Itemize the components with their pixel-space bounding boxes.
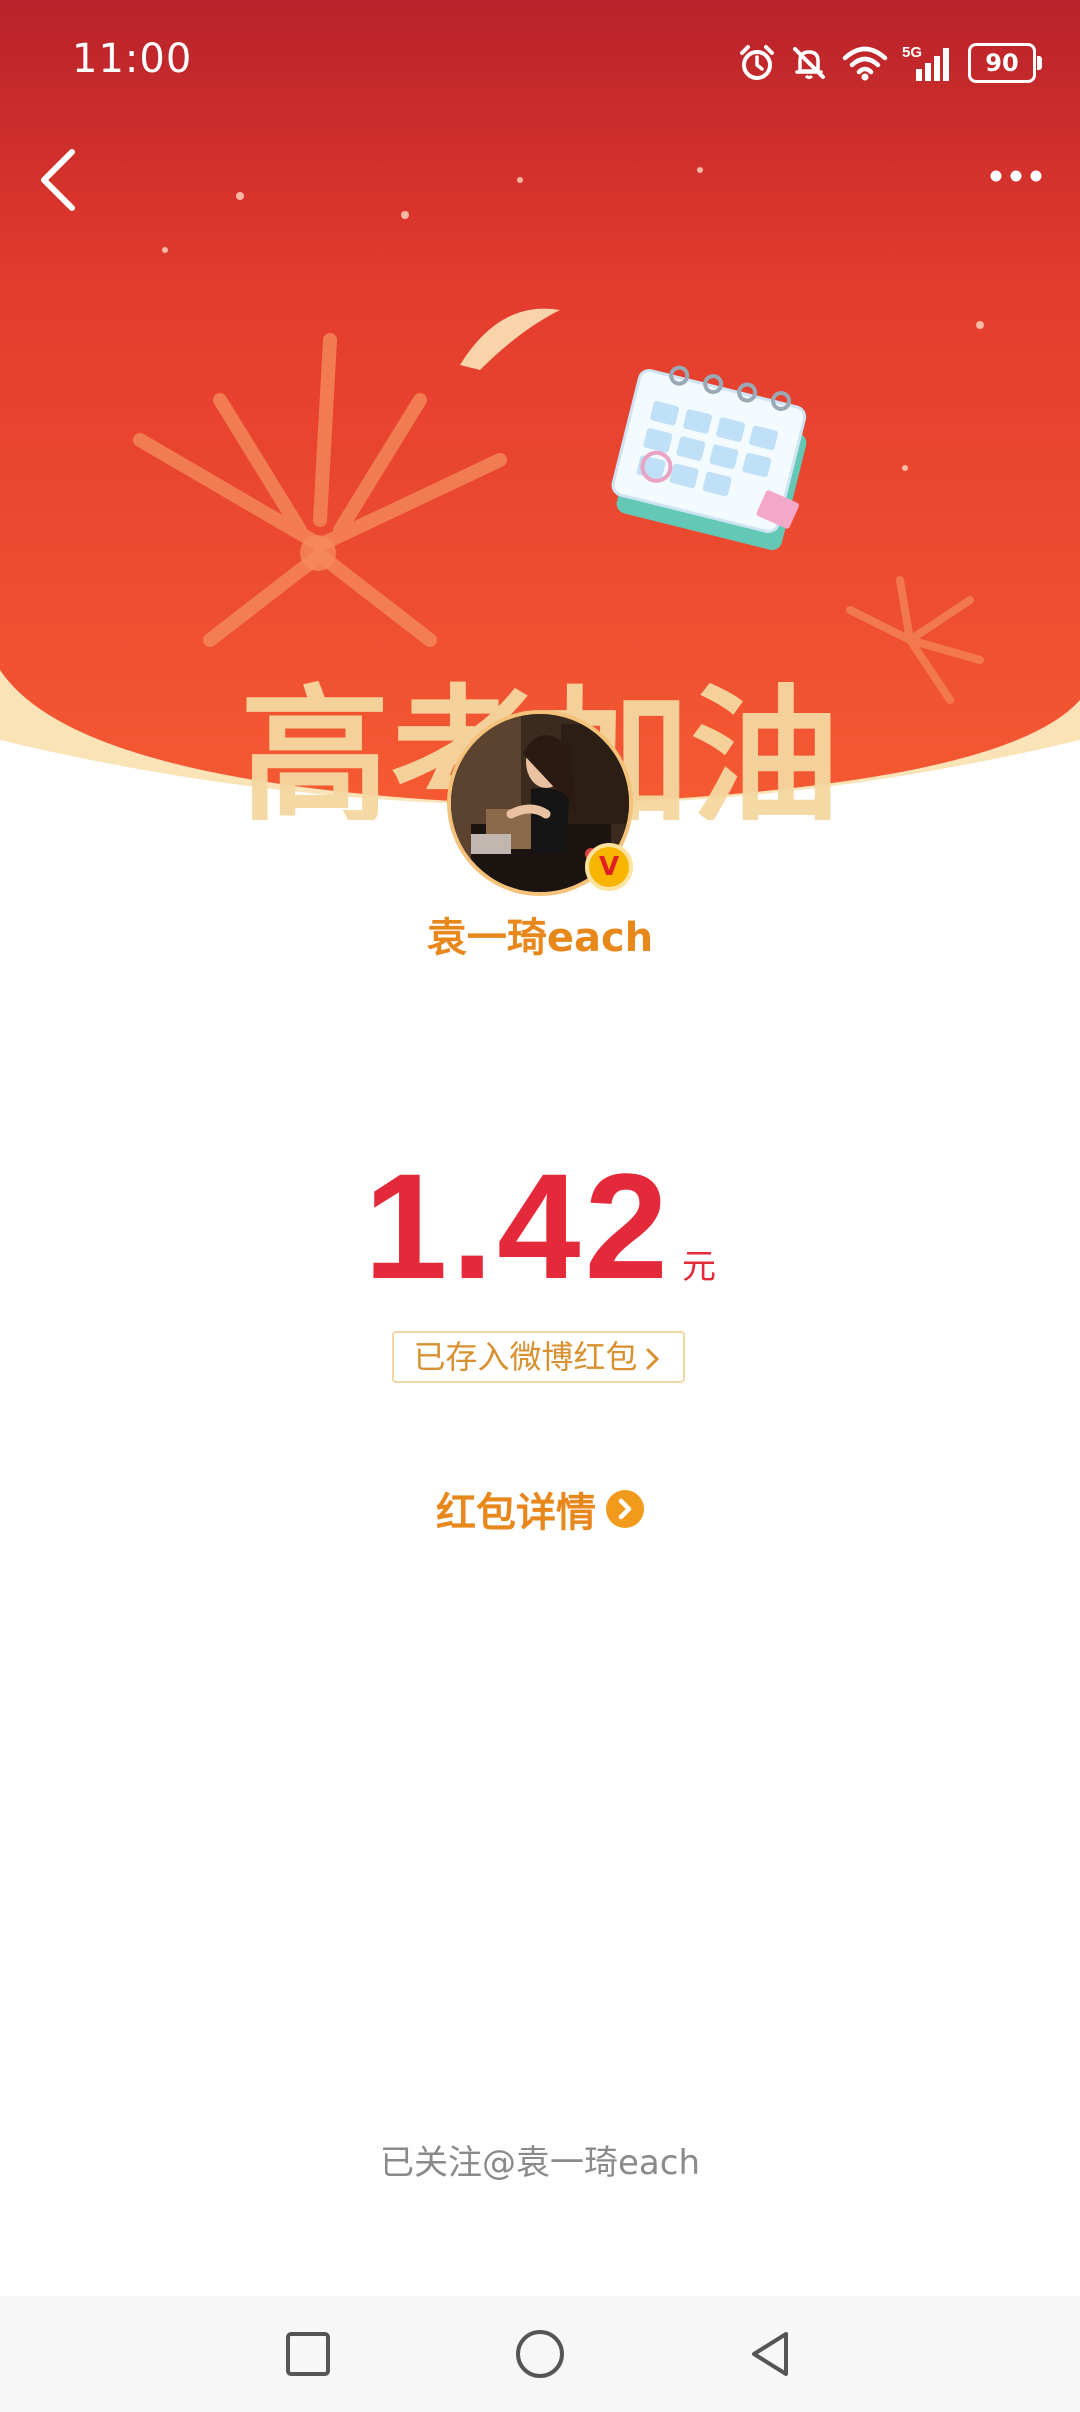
recents-button[interactable]	[280, 2326, 336, 2382]
arrow-circle-icon	[606, 1490, 644, 1528]
status-time: 11:00	[72, 36, 193, 82]
chevron-right-icon	[646, 1348, 659, 1370]
verified-badge: V	[585, 843, 633, 891]
home-circle-icon	[516, 2330, 564, 2378]
alarm-icon	[740, 45, 774, 80]
status-bar: 11:00 5G 90	[0, 0, 1080, 120]
saved-to-wallet-link[interactable]: 已存入微博红包	[392, 1331, 685, 1383]
status-icons: 5G 90	[738, 38, 1042, 88]
system-nav-bar	[0, 2296, 1080, 2412]
banner-background: 高考加油	[0, 0, 1080, 820]
nav-back-button[interactable]	[742, 2326, 798, 2382]
red-packet-page: 高考加油	[0, 0, 1080, 2412]
amount-unit: 元	[681, 1247, 716, 1287]
header-banner: 高考加油	[0, 0, 1080, 820]
signal-icon: 5G	[902, 44, 949, 81]
more-dots-icon	[990, 170, 1042, 182]
more-button[interactable]	[976, 150, 1056, 210]
saved-label: 已存入微博红包	[413, 1338, 638, 1376]
home-button[interactable]	[512, 2326, 568, 2382]
sender-name[interactable]: 袁一琦each	[0, 905, 1080, 963]
battery-icon: 90	[968, 43, 1042, 83]
calendar-icon	[611, 365, 807, 551]
back-button[interactable]	[28, 140, 92, 220]
mute-icon	[793, 47, 825, 79]
packet-details-link[interactable]: 红包详情	[0, 1480, 1080, 1538]
details-label: 红包详情	[436, 1490, 596, 1536]
followed-status-text: 已关注@袁一琦each	[380, 2143, 700, 2183]
chevron-left-icon	[41, 149, 75, 211]
svg-text:5G: 5G	[902, 44, 922, 61]
packet-amount: 1.42	[364, 1142, 672, 1310]
back-triangle-icon	[752, 2332, 788, 2376]
wifi-icon	[842, 46, 888, 81]
amount-display: 1.42 元	[0, 1140, 1080, 1313]
recents-square-icon	[286, 2332, 330, 2376]
